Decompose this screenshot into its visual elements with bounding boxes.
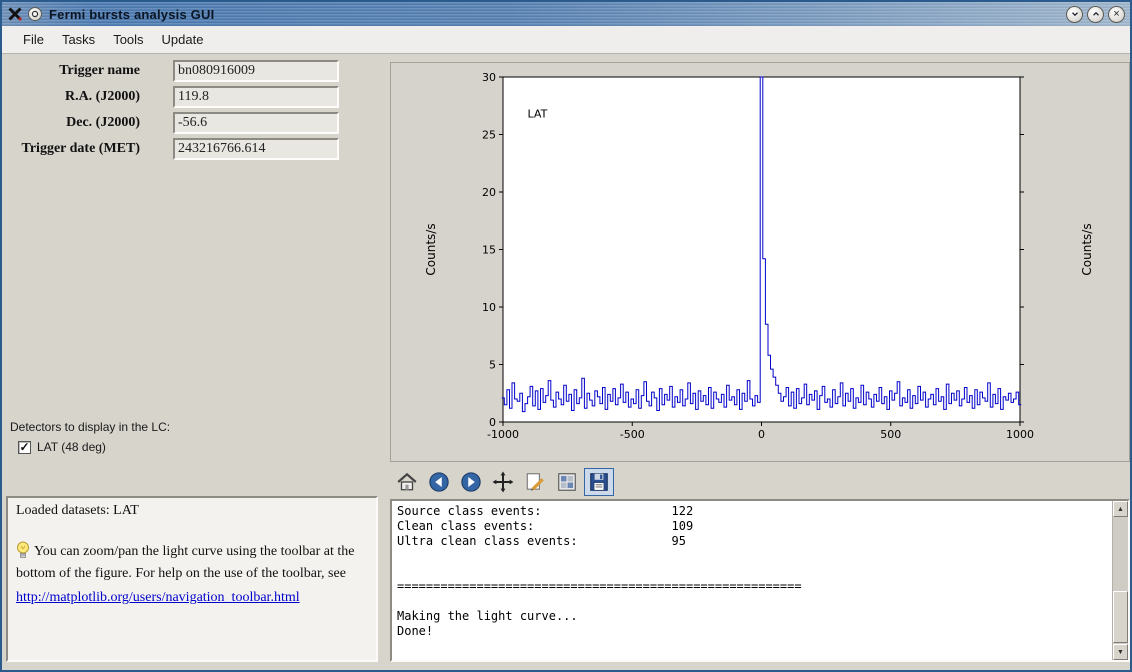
ra-label: R.A. (J2000)	[64, 89, 140, 104]
tip-paragraph: You can zoom/pan the light curve using t…	[16, 541, 368, 584]
app-window: Fermi bursts analysis GUI × File Tasks T…	[0, 0, 1132, 672]
dec-label: Dec. (J2000)	[66, 115, 140, 130]
maximize-button[interactable]	[1087, 5, 1104, 23]
chevron-up-icon	[1092, 11, 1099, 16]
trigger-name-label: Trigger name	[59, 63, 140, 78]
svg-text:Counts/s: Counts/s	[1080, 223, 1094, 275]
back-button[interactable]	[424, 468, 454, 496]
svg-text:500: 500	[880, 428, 901, 441]
forward-button[interactable]	[456, 468, 486, 496]
svg-text:-500: -500	[620, 428, 645, 441]
svg-text:5: 5	[489, 359, 496, 372]
menu-tools[interactable]: Tools	[104, 28, 152, 51]
console-scrollbar[interactable]: ▲ ▼	[1112, 501, 1128, 660]
mpl-toolbar	[390, 466, 1130, 497]
arrow-up-icon: ▲	[1117, 505, 1124, 513]
home-button[interactable]	[392, 468, 422, 496]
back-arrow-icon	[429, 471, 449, 492]
svg-text:1000: 1000	[1006, 428, 1034, 441]
checkbox-check-icon: ✓	[18, 440, 31, 454]
menu-update[interactable]: Update	[153, 28, 213, 51]
svg-text:10: 10	[482, 301, 496, 314]
menu-tasks[interactable]: Tasks	[53, 28, 104, 51]
svg-text:15: 15	[482, 244, 496, 257]
dec-field[interactable]	[173, 112, 339, 134]
chevron-down-icon	[1071, 12, 1078, 17]
app-icon	[8, 7, 22, 21]
save-button[interactable]	[584, 467, 614, 496]
detectors-heading: Detectors to display in the LC:	[10, 420, 171, 434]
trigger-date-field[interactable]	[173, 138, 339, 160]
info-box: Loaded datasets: LAT You can zoom/pan th…	[6, 496, 378, 662]
trigger-name-field[interactable]	[173, 60, 339, 82]
scroll-up-button[interactable]: ▲	[1113, 501, 1128, 517]
save-floppy-icon	[590, 472, 608, 491]
pan-button[interactable]	[488, 468, 518, 496]
svg-text:20: 20	[482, 186, 496, 199]
svg-text:30: 30	[482, 71, 496, 84]
lightbulb-icon	[17, 541, 29, 558]
titlebar[interactable]: Fermi bursts analysis GUI ×	[2, 2, 1130, 26]
scrollbar-thumb[interactable]	[1113, 591, 1128, 643]
loaded-datasets-text: Loaded datasets: LAT	[16, 503, 139, 518]
svg-text:-1000: -1000	[487, 428, 519, 441]
subplots-icon	[558, 472, 576, 491]
trigger-date-label: Trigger date (MET)	[21, 141, 140, 156]
zoom-button[interactable]	[520, 468, 550, 496]
scroll-down-button[interactable]: ▼	[1113, 644, 1128, 660]
lat-checkbox-label: LAT (48 deg)	[37, 440, 106, 454]
lat-detector-checkbox[interactable]: ✓ LAT (48 deg)	[18, 440, 106, 454]
svg-text:0: 0	[758, 428, 765, 441]
svg-text:Counts/s: Counts/s	[424, 223, 438, 275]
light-curve-canvas[interactable]: -1000 -500 0 500 1000 0 5 10 15 20 25 30 LAT Counts/s…	[391, 63, 1129, 461]
close-button[interactable]: ×	[1108, 5, 1125, 23]
pan-icon	[492, 471, 514, 492]
close-icon: ×	[1113, 7, 1120, 20]
menubar: File Tasks Tools Update	[2, 26, 1130, 54]
console-panel: Source class events: 122 Clean class eve…	[390, 499, 1130, 662]
svg-text:25: 25	[482, 129, 496, 142]
zoom-rect-icon	[526, 472, 544, 491]
light-curve-figure[interactable]: -1000 -500 0 500 1000 0 5 10 15 20 25 30 LAT Counts/s…	[390, 62, 1130, 462]
tip-text: You can zoom/pan the light curve using t…	[16, 544, 355, 581]
matplotlib-link[interactable]: http://matplotlib.org/users/navigation_t…	[16, 590, 368, 606]
forward-arrow-icon	[461, 471, 481, 492]
window-title: Fermi bursts analysis GUI	[49, 6, 215, 22]
shade-button[interactable]	[1066, 5, 1083, 23]
pin-icon	[31, 10, 39, 18]
console-text[interactable]: Source class events: 122 Clean class eve…	[392, 501, 1112, 660]
svg-text:LAT: LAT	[528, 107, 548, 120]
arrow-down-icon: ▼	[1117, 648, 1124, 656]
home-icon	[397, 472, 417, 490]
menu-file[interactable]: File	[14, 28, 53, 51]
svg-text:0: 0	[489, 416, 496, 429]
window-menu-button[interactable]	[28, 7, 42, 21]
ra-field[interactable]	[173, 86, 339, 108]
subplots-button[interactable]	[552, 468, 582, 496]
